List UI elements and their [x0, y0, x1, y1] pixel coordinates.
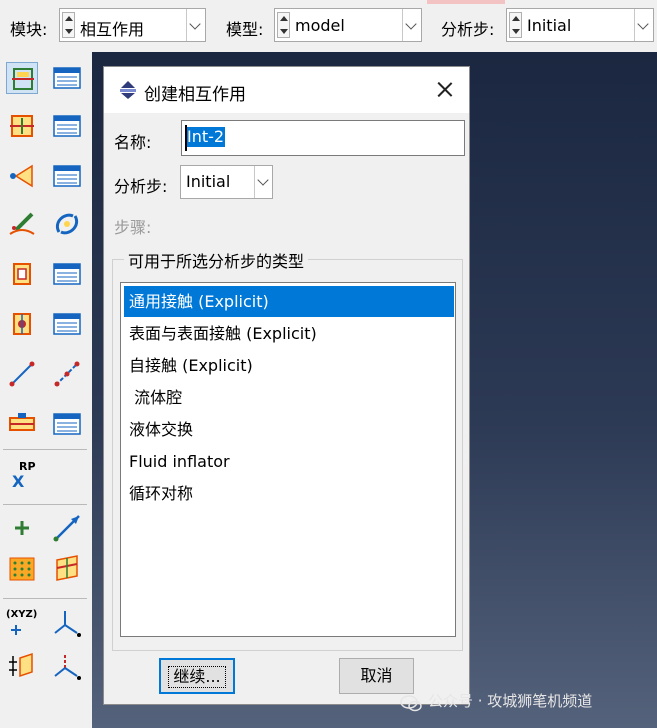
continue-button[interactable]: 继续...	[159, 658, 235, 694]
list-item[interactable]: 流体腔	[124, 382, 454, 413]
types-list[interactable]: 通用接触 (Explicit) 表面与表面接触 (Explicit) 自接触 (…	[120, 282, 456, 637]
model-value: model	[295, 16, 345, 35]
inertia-tool-icon[interactable]	[6, 408, 38, 440]
coupling-tool-icon[interactable]	[6, 308, 38, 340]
wechat-icon	[400, 695, 422, 712]
constraint-manager-icon[interactable]	[51, 258, 83, 290]
constraint-tool-icon[interactable]	[6, 258, 38, 290]
name-label: 名称:	[114, 133, 152, 152]
toolbox: RP X (XYZ)	[0, 52, 92, 728]
contact-stabilization-tool-icon[interactable]	[51, 208, 83, 240]
partition-tool-icon[interactable]	[51, 552, 83, 584]
toolbox-separator	[3, 449, 87, 450]
model-dropdown-icon[interactable]	[402, 9, 421, 41]
module-value: 相互作用	[80, 20, 145, 39]
step-dropdown-icon[interactable]	[634, 9, 653, 41]
cancel-button[interactable]: 取消	[339, 658, 414, 694]
procedure-label: 步骤:	[114, 218, 152, 237]
interaction-manager-icon[interactable]	[51, 62, 83, 94]
create-interaction-tool-icon[interactable]	[6, 62, 38, 94]
name-value: Int-2	[186, 127, 226, 147]
step-label: 分析步:	[441, 20, 495, 39]
close-icon[interactable]	[431, 76, 459, 104]
rotate-csys-tool-icon[interactable]	[51, 650, 83, 682]
continue-button-label: 继续...	[168, 666, 226, 688]
list-item[interactable]: 循环对称	[124, 478, 454, 509]
types-group-title: 可用于所选分析步的类型	[124, 248, 309, 272]
watermark-text: 公众号 · 攻城狮笔机频道	[428, 692, 593, 710]
list-item[interactable]: 表面与表面接触 (Explicit)	[124, 318, 454, 349]
dialog-title: 创建相互作用	[144, 85, 246, 105]
toolbox-separator	[3, 598, 87, 599]
translate-tool-icon[interactable]	[6, 650, 38, 682]
interaction-app-icon	[120, 81, 136, 99]
module-spin-icon[interactable]	[62, 12, 75, 38]
contact-control-tool-icon[interactable]	[6, 160, 38, 192]
dialog-titlebar[interactable]: 创建相互作用	[104, 67, 469, 113]
model-spin-icon[interactable]	[277, 12, 290, 38]
property-manager-icon[interactable]	[51, 110, 83, 142]
step-combo[interactable]: Initial	[506, 8, 654, 42]
query-coordinate-tool-icon[interactable]: (XYZ)	[4, 607, 44, 639]
datum-axis-tool-icon[interactable]	[51, 512, 83, 544]
list-item[interactable]: 自接触 (Explicit)	[124, 350, 454, 381]
module-label: 模块:	[10, 20, 48, 39]
inertia-manager-icon[interactable]	[51, 408, 83, 440]
interaction-property-tool-icon[interactable]	[6, 110, 38, 142]
model-combo[interactable]: model	[274, 8, 422, 42]
chevron-down-icon[interactable]	[254, 166, 272, 198]
model-label: 模型:	[226, 20, 264, 39]
list-item[interactable]: Fluid inflator	[124, 446, 454, 477]
connector-section-tool-icon[interactable]	[51, 358, 83, 390]
step-select[interactable]: Initial	[180, 165, 273, 199]
step-spin-icon[interactable]	[509, 12, 522, 38]
module-combo[interactable]: 相互作用	[59, 8, 206, 42]
toolbox-separator	[3, 504, 87, 505]
name-input[interactable]: Int-2	[181, 120, 465, 156]
rp-mark: X	[12, 472, 25, 491]
datum-plane-tool-icon[interactable]	[6, 552, 38, 584]
context-bar: 模块: 相互作用 模型: model 分析步: Initial	[0, 0, 657, 52]
module-dropdown-icon[interactable]	[186, 9, 205, 41]
datum-point-tool-icon[interactable]	[6, 512, 38, 544]
coupling-manager-icon[interactable]	[51, 308, 83, 340]
step-select-value: Initial	[186, 172, 231, 191]
step-label: 分析步:	[114, 177, 168, 196]
highlight-strip	[427, 0, 505, 4]
text-caret	[185, 125, 187, 151]
connector-tool-icon[interactable]	[6, 358, 38, 390]
datum-csys-tool-icon[interactable]	[51, 607, 83, 639]
list-item[interactable]: 液体交换	[124, 414, 454, 445]
contact-control-manager-icon[interactable]	[51, 160, 83, 192]
contact-initialization-tool-icon[interactable]	[6, 208, 38, 240]
create-interaction-dialog: 创建相互作用 名称: Int-2 分析步: Initial 步骤: 可用于所选分…	[103, 66, 470, 705]
reference-point-tool-icon[interactable]: RP X	[6, 458, 46, 494]
step-value: Initial	[527, 16, 572, 35]
list-item[interactable]: 通用接触 (Explicit)	[124, 286, 454, 317]
